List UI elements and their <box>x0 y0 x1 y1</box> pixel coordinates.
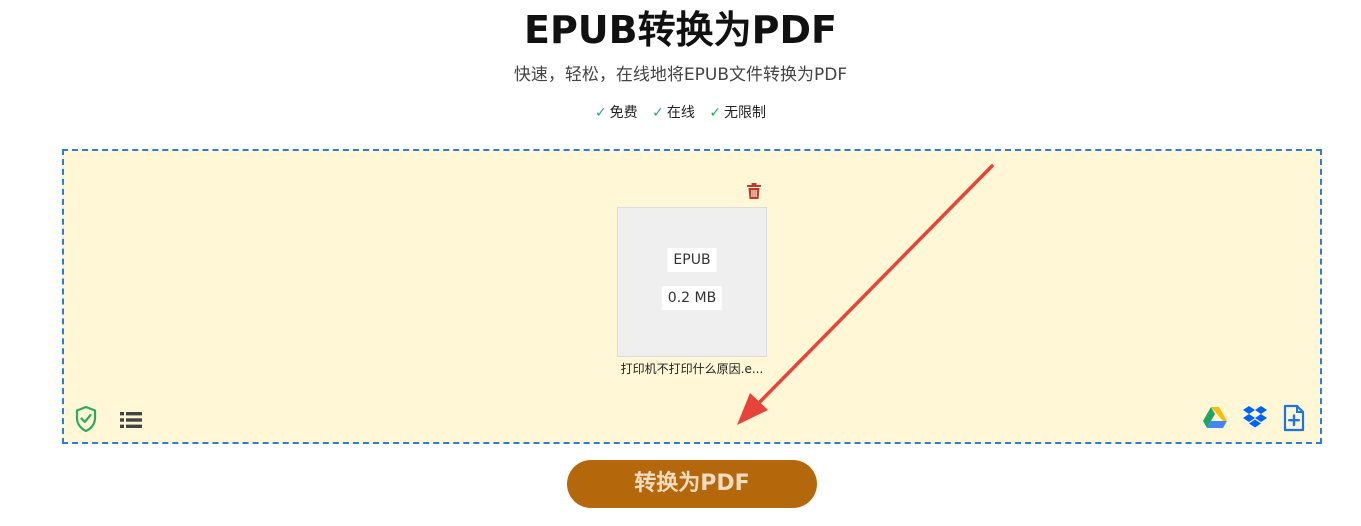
convert-button[interactable]: 转换为PDF <box>567 460 817 508</box>
page-title: EPUB转换为PDF <box>524 8 837 52</box>
dropbox-icon[interactable] <box>1242 405 1268 429</box>
feature-label: 无限制 <box>724 105 767 121</box>
feature-label: 在线 <box>666 105 695 121</box>
file-size-label: 0.2 MB <box>661 286 723 310</box>
feature-item-online: ✓ 在线 <box>652 102 695 124</box>
feature-label: 免费 <box>609 105 638 121</box>
google-drive-icon[interactable] <box>1202 406 1228 430</box>
check-icon: ✓ <box>594 105 607 121</box>
file-thumbnail[interactable]: EPUB 0.2 MB <box>617 207 767 357</box>
add-file-icon[interactable] <box>1282 404 1306 432</box>
file-type-label: EPUB <box>667 248 717 272</box>
feature-list: ✓ 免费 ✓ 在线 ✓ 无限制 <box>0 102 1361 124</box>
feature-item-free: ✓ 免费 <box>595 102 638 124</box>
page-subtitle: 快速，轻松，在线地将EPUB文件转换为PDF <box>513 65 848 85</box>
file-name: 打印机不打印什么原因.e... <box>620 362 764 376</box>
list-icon[interactable] <box>119 410 143 430</box>
check-icon: ✓ <box>709 105 722 121</box>
shield-check-icon[interactable] <box>74 405 98 433</box>
check-icon: ✓ <box>652 105 664 121</box>
trash-icon[interactable] <box>745 182 763 200</box>
feature-item-unlimited: ✓ 无限制 <box>709 102 766 124</box>
